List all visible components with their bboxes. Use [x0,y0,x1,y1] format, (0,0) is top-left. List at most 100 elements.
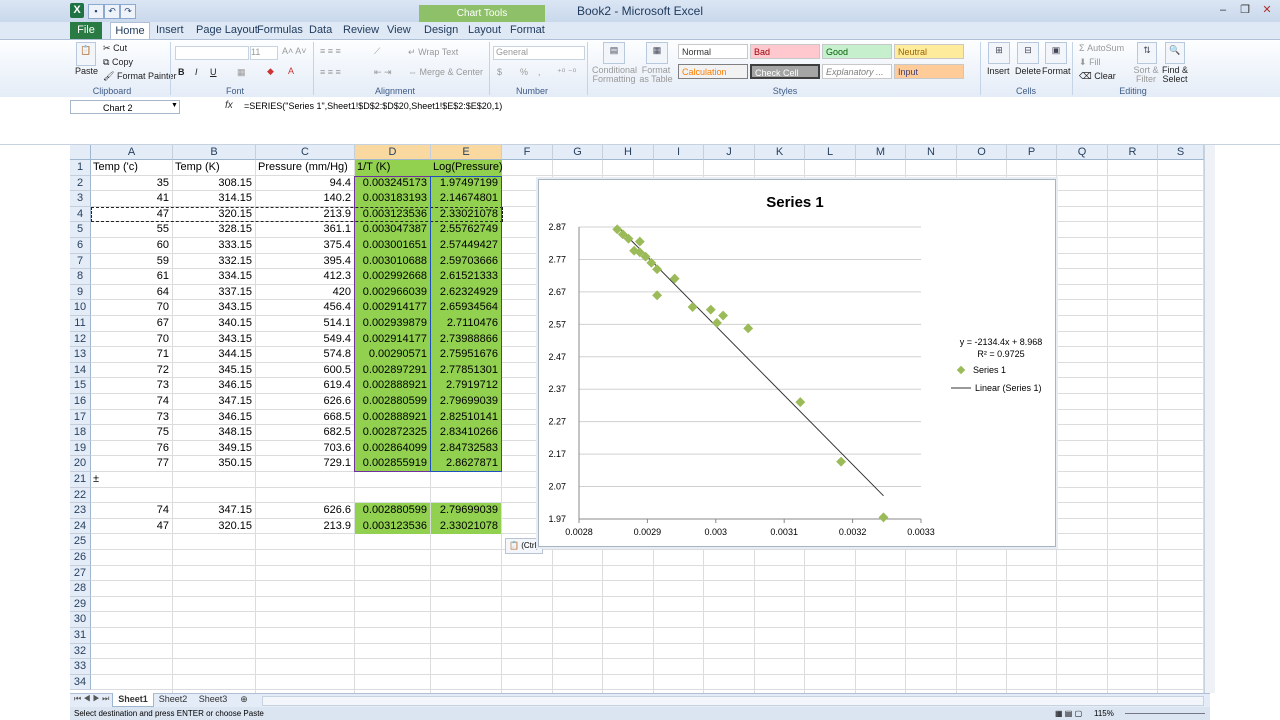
row-header-17[interactable]: 17 [70,409,91,426]
table-cell[interactable]: 0.003123536 [355,518,430,535]
fill-color-icon[interactable]: ◆ [267,66,274,77]
row-header-21[interactable]: 21 [70,472,91,488]
row-header-10[interactable]: 10 [70,300,91,316]
comma-button[interactable]: , [538,67,541,77]
row-header-1[interactable]: 1 [70,160,91,176]
table-cell[interactable]: 70 [91,332,172,348]
font-size-select[interactable]: 11 [250,46,278,60]
table-cell[interactable]: 337.15 [173,285,255,301]
tab-formulas[interactable]: Formulas [257,22,303,39]
table-cell[interactable]: 2.33021078 [431,518,501,535]
table-cell[interactable]: 0.002880599 [355,503,430,519]
table-cell[interactable]: 703.6 [256,441,354,457]
table-cell[interactable]: 412.3 [256,269,354,285]
indent-icon[interactable]: ⇤ ⇥ [374,67,392,78]
row-header-22[interactable]: 22 [70,487,91,504]
row-header-8[interactable]: 8 [70,269,91,285]
row-header-14[interactable]: 14 [70,362,91,379]
chart-container[interactable]: Series 1 1.97 2.07 2.17 2.27 2.37 2.47 2.57 2.67… [538,179,1056,547]
table-cell[interactable]: 600.5 [256,363,354,379]
column-header-p[interactable]: P [1007,145,1057,160]
vertical-scrollbar[interactable] [1204,145,1215,693]
underline-button[interactable]: U [210,67,217,77]
column-header-h[interactable]: H [603,145,654,160]
table-cell[interactable]: 328.15 [173,222,255,238]
font-color-icon[interactable]: A [288,66,294,76]
table-cell[interactable]: 333.15 [173,238,255,254]
table-cell[interactable]: 41 [91,191,172,207]
select-all-corner[interactable] [70,145,91,160]
column-header-j[interactable]: J [704,145,755,160]
row-header-13[interactable]: 13 [70,347,91,363]
table-cell[interactable]: 347.15 [173,394,255,410]
table-cell[interactable]: 574.8 [256,347,354,363]
column-header-f[interactable]: F [502,145,553,160]
align-left-icon[interactable]: ≡ ≡ ≡ [320,67,341,77]
insert-sheet-icon[interactable]: ⊕ [236,693,252,706]
formula-input[interactable]: =SERIES("Series 1",Sheet1!$D$2:$D$20,She… [244,101,502,111]
style-neutral[interactable]: Neutral [894,44,964,59]
column-header-m[interactable]: M [856,145,906,160]
row-header-18[interactable]: 18 [70,425,91,441]
view-buttons-icon[interactable]: ▦ ▤ ▢ [1055,707,1082,720]
close-icon[interactable]: ✕ [1256,2,1278,18]
table-cell[interactable]: 75 [91,425,172,441]
borders-icon[interactable]: ▦ [237,67,246,78]
sheet-nav-icon[interactable]: ⏮ ◀ ▶ ⏭ [74,694,109,704]
delete-cells-button[interactable]: Delete [1015,66,1041,76]
table-cell[interactable]: 345.15 [173,363,255,379]
table-cell[interactable]: 59 [91,254,172,270]
column-header-e[interactable]: E [431,145,502,160]
row-header-20[interactable]: 20 [70,456,91,472]
row-header-4[interactable]: 4 [70,206,91,223]
row-header-19[interactable]: 19 [70,440,91,457]
table-cell[interactable]: 71 [91,347,172,363]
fill-button[interactable]: ⬇ Fill [1079,57,1101,68]
grow-font-icon[interactable]: A˄ A˅ [282,46,307,56]
row-header-5[interactable]: 5 [70,222,91,238]
column-header-n[interactable]: N [906,145,957,160]
find-select-button[interactable]: Find & Select [1158,66,1192,84]
sheet-tab-sheet2[interactable]: Sheet2 [154,693,192,706]
row-header-30[interactable]: 30 [70,612,91,628]
insert-function-button[interactable]: fx [225,100,233,111]
table-cell[interactable]: 619.4 [256,378,354,394]
tab-design[interactable]: Design [424,22,458,39]
table-cell[interactable]: 76 [91,441,172,457]
table-cell[interactable]: 343.15 [173,332,255,348]
header-cell[interactable]: Temp (K) [173,160,256,176]
header-cell[interactable]: Temp ('c) [91,160,173,176]
delete-cells-icon[interactable]: ⊟ [1017,42,1039,64]
table-cell[interactable]: 334.15 [173,269,255,285]
table-cell[interactable]: 456.4 [256,300,354,316]
row-header-33[interactable]: 33 [70,659,91,675]
table-cell[interactable]: 74 [91,394,172,410]
table-cell[interactable]: 344.15 [173,347,255,363]
table-cell[interactable]: 347.15 [173,503,255,519]
table-cell[interactable]: 340.15 [173,316,255,332]
tab-format[interactable]: Format [510,22,545,39]
table-cell[interactable]: 332.15 [173,254,255,270]
column-header-s[interactable]: S [1158,145,1204,160]
horizontal-scrollbar[interactable] [262,696,1204,706]
paste-button[interactable]: Paste [75,66,98,76]
row-header-23[interactable]: 23 [70,503,91,519]
column-header-k[interactable]: K [755,145,805,160]
row-header-7[interactable]: 7 [70,253,91,270]
row-header-9[interactable]: 9 [70,284,91,301]
column-header-d[interactable]: D [355,145,431,160]
row-header-3[interactable]: 3 [70,191,91,207]
column-header-o[interactable]: O [957,145,1007,160]
row-header-16[interactable]: 16 [70,394,91,410]
table-cell[interactable]: 94.4 [256,176,354,192]
table-cell[interactable]: 682.5 [256,425,354,441]
row-header-11[interactable]: 11 [70,316,91,332]
style-explanatory[interactable]: Explanatory ... [822,64,892,79]
column-header-b[interactable]: B [173,145,256,160]
style-check-cell[interactable]: Check Cell [750,64,820,79]
row-header-24[interactable]: 24 [70,518,91,535]
tab-data[interactable]: Data [309,22,332,39]
zoom-level[interactable]: 115% [1094,707,1114,720]
tab-review[interactable]: Review [343,22,379,39]
style-bad[interactable]: Bad [750,44,820,59]
